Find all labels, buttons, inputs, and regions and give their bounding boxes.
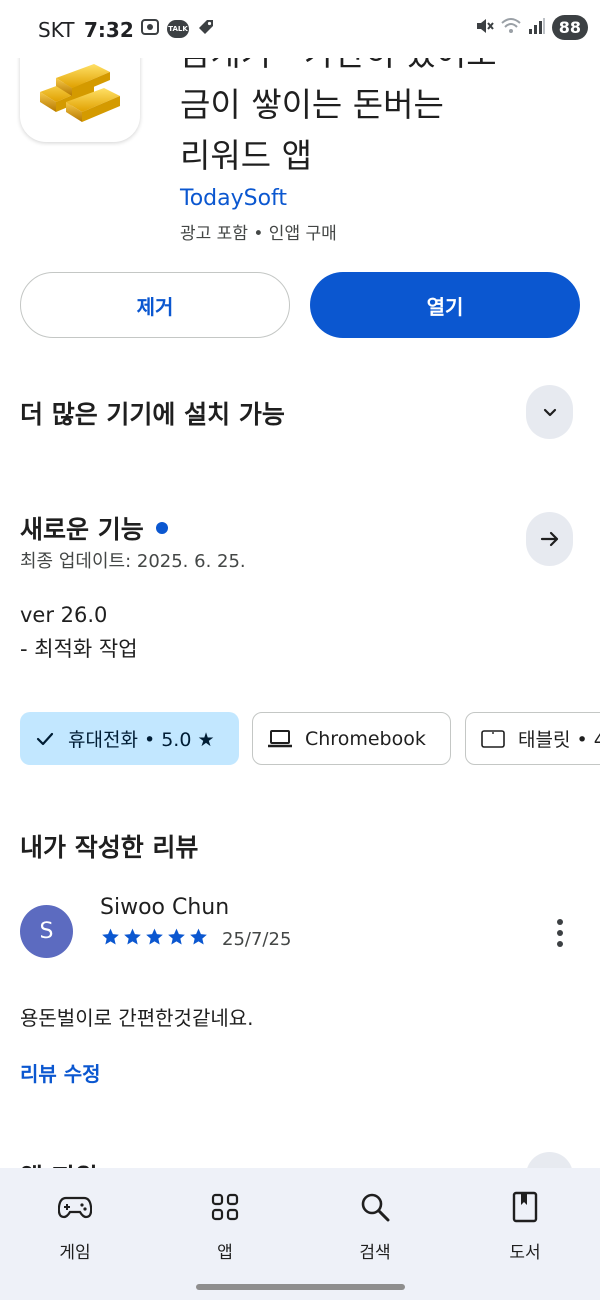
review-text: 용돈벌이로 간편한것같네요. <box>20 1006 254 1030</box>
install-more-devices-title: 더 많은 기기에 설치 가능 <box>20 400 285 429</box>
my-review-title: 내가 작성한 리뷰 <box>20 833 199 862</box>
nav-label: 도서 <box>509 1243 541 1263</box>
developer-link[interactable]: TodaySoft <box>180 186 287 211</box>
check-icon <box>36 732 54 745</box>
mute-icon <box>474 16 494 40</box>
nav-label: 검색 <box>359 1243 391 1263</box>
carrier-name: SKT <box>38 18 75 42</box>
review-date: 25/7/25 <box>222 929 292 950</box>
new-indicator-dot <box>155 522 168 534</box>
battery-indicator: 88 <box>551 15 588 40</box>
nav-books[interactable]: 도서 <box>450 1168 600 1278</box>
whats-new-header: 새로운 기능 <box>20 510 168 546</box>
status-bar: SKT 7:32 TALK 88 <box>0 0 600 58</box>
nav-label: 앱 <box>217 1243 233 1263</box>
tag-icon <box>196 17 216 41</box>
nav-search[interactable]: 검색 <box>300 1168 450 1278</box>
star-icon <box>146 928 163 945</box>
release-note-line: - 최적화 작업 <box>20 637 138 661</box>
kakaotalk-icon: TALK <box>167 20 189 38</box>
avatar: S <box>20 905 73 958</box>
arrow-right-icon <box>540 531 558 547</box>
more-vert-icon-dot <box>557 941 563 947</box>
bottom-navigation: 게임 앱 검색 도서 <box>0 1168 600 1300</box>
more-vert-icon-dot <box>557 919 563 925</box>
app-title-line: 리워드 앱 <box>180 136 312 175</box>
chip-tablet[interactable]: 태블릿 • 4 <box>465 712 600 765</box>
more-vert-icon-dot <box>557 930 563 936</box>
open-button[interactable]: 열기 <box>310 272 580 338</box>
apps-grid-icon <box>211 1190 239 1224</box>
book-icon <box>512 1190 538 1224</box>
tablet-icon <box>481 729 505 748</box>
uninstall-button[interactable]: 제거 <box>20 272 290 338</box>
gallery-icon <box>140 17 160 41</box>
star-icon <box>190 928 207 945</box>
chip-phone[interactable]: 휴대전화 • 5.0 ★ <box>20 712 239 765</box>
talk-badge-label: TALK <box>168 25 188 33</box>
wifi-icon <box>500 16 522 40</box>
reviewer-name: Siwoo Chun <box>100 895 230 920</box>
review-more-options-button[interactable] <box>548 915 572 951</box>
nav-apps[interactable]: 앱 <box>150 1168 300 1278</box>
search-icon <box>359 1190 391 1224</box>
clock: 7:32 <box>84 18 134 42</box>
gamepad-icon <box>58 1190 92 1224</box>
gesture-handle[interactable] <box>196 1284 405 1290</box>
signal-icon <box>528 17 546 39</box>
chip-label: Chromebook <box>305 727 426 750</box>
app-meta: 광고 포함 • 인앱 구매 <box>180 224 337 244</box>
last-updated: 최종 업데이트: 2025. 6. 25. <box>20 551 246 572</box>
whats-new-title: 새로운 기능 <box>20 515 144 544</box>
nav-games[interactable]: 게임 <box>0 1168 150 1278</box>
star-icon <box>168 928 185 945</box>
star-icon <box>102 928 119 945</box>
edit-review-link[interactable]: 리뷰 수정 <box>20 1058 101 1087</box>
chip-chromebook[interactable]: Chromebook <box>252 712 451 765</box>
app-title-line: 금이 쌓이는 돈버는 <box>180 85 444 124</box>
chevron-down-icon <box>543 408 556 417</box>
chip-label: 휴대전화 • 5.0 ★ <box>68 729 215 751</box>
release-notes: ver 26.0 - 최적화 작업 <box>20 598 138 666</box>
expand-devices-button[interactable] <box>526 385 573 439</box>
star-icon <box>124 928 141 945</box>
laptop-icon <box>268 729 292 747</box>
release-note-line: ver 26.0 <box>20 603 108 627</box>
whats-new-arrow-button[interactable] <box>526 512 573 566</box>
system-icons: 88 <box>474 15 588 40</box>
notification-icons: TALK <box>140 17 216 41</box>
star-rating <box>100 927 209 947</box>
nav-label: 게임 <box>59 1243 91 1263</box>
chip-label: 태블릿 • 4 <box>518 729 600 751</box>
